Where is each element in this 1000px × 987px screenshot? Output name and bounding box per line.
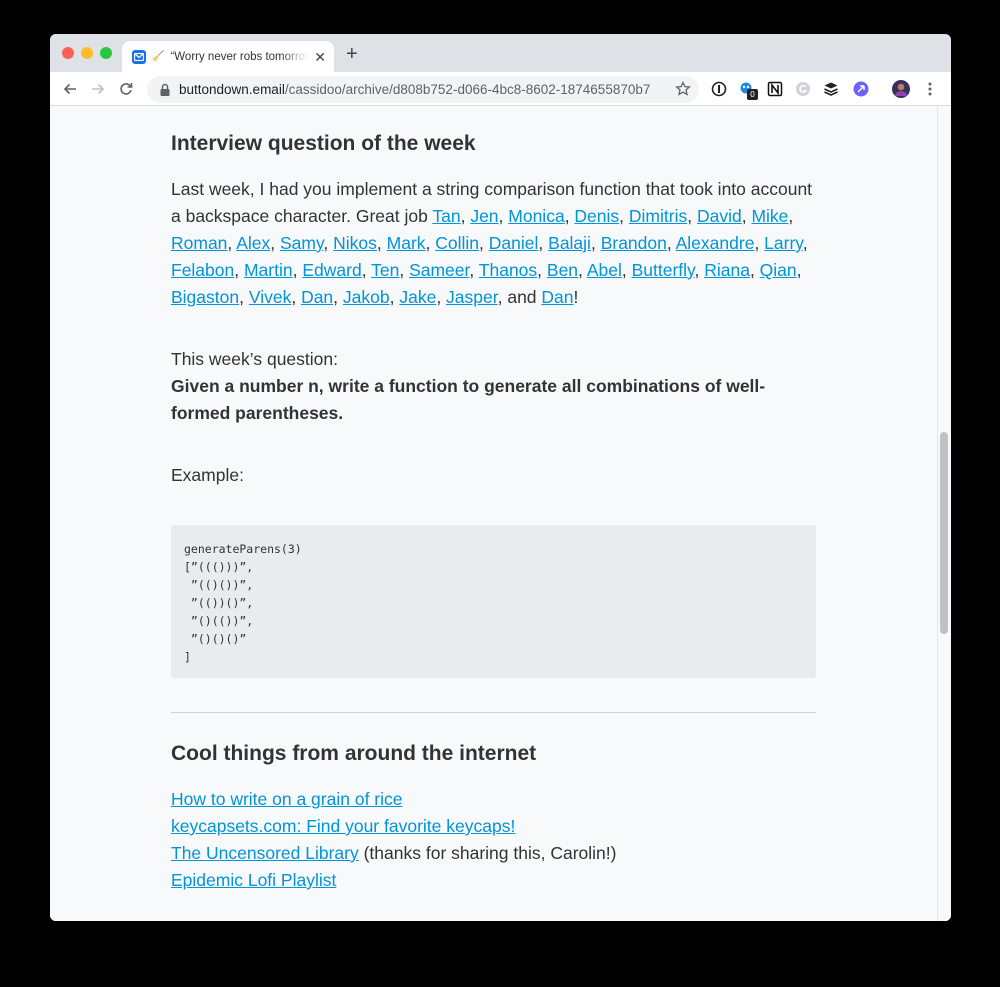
link-suffix: (thanks for sharing this, Carolin!): [358, 843, 617, 863]
name-link[interactable]: Jakob: [343, 287, 390, 307]
name-link[interactable]: Daniel: [489, 233, 539, 253]
intro-paragraph: Last week, I had you implement a string …: [171, 179, 813, 307]
name-link[interactable]: Tan: [432, 206, 460, 226]
lock-icon[interactable]: [159, 83, 171, 97]
name-link[interactable]: Sameer: [409, 260, 469, 280]
name-link[interactable]: Alexandre: [676, 233, 755, 253]
name-link[interactable]: Jen: [470, 206, 498, 226]
divider: [171, 712, 816, 713]
name-link[interactable]: Larry: [764, 233, 803, 253]
url-domain: buttondown.email: [179, 82, 285, 97]
name-link[interactable]: Balaji: [548, 233, 591, 253]
external-link[interactable]: keycapsets.com: Find your favorite keyca…: [171, 816, 515, 836]
name-link[interactable]: Mike: [751, 206, 788, 226]
link-item: The Uncensored Library (thanks for shari…: [171, 840, 816, 867]
extension-badge: 0: [747, 89, 758, 100]
name-link[interactable]: Ben: [547, 260, 578, 280]
more-menu-icon[interactable]: [921, 80, 939, 98]
interview-heading: Interview question of the week: [171, 132, 476, 155]
back-arrow-icon[interactable]: [60, 79, 80, 99]
name-link[interactable]: Dan: [301, 287, 333, 307]
name-link[interactable]: Bigaston: [171, 287, 239, 307]
scrollbar-track[interactable]: [937, 106, 951, 921]
name-link[interactable]: Edward: [302, 260, 361, 280]
name-link[interactable]: Qian: [760, 260, 797, 280]
question-text: Given a number n, write a function to ge…: [171, 376, 766, 423]
tab-title: “Worry never robs tomorrow of its sorrow…: [170, 50, 308, 63]
browser-window: 🧹 “Worry never robs tomorrow of its sorr…: [50, 34, 951, 921]
url-path: /cassidoo/archive/d808b752-d066-4bc8-860…: [284, 82, 651, 97]
name-link[interactable]: Collin: [435, 233, 479, 253]
privacy-extension-icon[interactable]: 0: [738, 80, 758, 100]
name-link[interactable]: Alex: [236, 233, 270, 253]
name-link[interactable]: Dimitris: [629, 206, 687, 226]
notion-extension-icon[interactable]: [766, 80, 784, 98]
example-label: Example:: [171, 465, 244, 485]
name-link[interactable]: Thanos: [479, 260, 537, 280]
name-link[interactable]: Vivek: [249, 287, 291, 307]
bookmark-star-icon[interactable]: [675, 80, 691, 102]
link-item: keycapsets.com: Find your favorite keyca…: [171, 813, 816, 840]
address-bar[interactable]: buttondown.email/cassidoo/archive/d808b7…: [147, 76, 699, 103]
name-link[interactable]: Ten: [371, 260, 399, 280]
scrollbar-thumb[interactable]: [940, 432, 948, 634]
extension-purple-icon[interactable]: [852, 80, 870, 98]
name-link[interactable]: Abel: [587, 260, 622, 280]
question-label: This week’s question:: [171, 349, 338, 369]
link-item: Epidemic Lofi Playlist: [171, 867, 816, 894]
name-link[interactable]: Jake: [399, 287, 436, 307]
external-link[interactable]: The Uncensored Library: [171, 843, 359, 863]
broom-emoji-icon: 🧹: [152, 51, 165, 62]
buttondown-favicon-icon: [132, 49, 146, 64]
cool-things-heading: Cool things from around the internet: [171, 742, 537, 765]
close-window-button[interactable]: [62, 47, 74, 59]
link-item: How to write on a grain of rice: [171, 786, 816, 813]
name-link-last[interactable]: Dan: [541, 287, 573, 307]
name-link[interactable]: Samy: [280, 233, 323, 253]
name-link[interactable]: Mark: [387, 233, 426, 253]
name-link[interactable]: Monica: [508, 206, 564, 226]
name-link[interactable]: Butterfly: [632, 260, 695, 280]
links-list: How to write on a grain of rice keycapset…: [171, 786, 816, 894]
code-block: generateParens(3) [”((()))”, ”(()())”, ”…: [171, 525, 816, 678]
profile-avatar[interactable]: [892, 80, 910, 98]
maximize-window-button[interactable]: [100, 47, 112, 59]
name-link[interactable]: Roman: [171, 233, 227, 253]
end-punct: !: [573, 287, 579, 307]
name-link[interactable]: Riana: [704, 260, 750, 280]
external-link[interactable]: Epidemic Lofi Playlist: [171, 870, 336, 890]
name-link[interactable]: Nikos: [333, 233, 377, 253]
name-link[interactable]: Denis: [574, 206, 619, 226]
page-viewport: Interview question of the week Last week…: [50, 106, 951, 921]
and-text: , and: [497, 287, 542, 307]
browser-toolbar: buttondown.email/cassidoo/archive/d808b7…: [50, 72, 951, 106]
name-link[interactable]: Martin: [244, 260, 293, 280]
reload-icon[interactable]: [116, 79, 136, 99]
external-link[interactable]: How to write on a grain of rice: [171, 789, 403, 809]
minimize-window-button[interactable]: [81, 47, 93, 59]
onepassword-extension-icon[interactable]: [710, 80, 728, 98]
name-link[interactable]: Brandon: [601, 233, 667, 253]
forward-arrow-icon[interactable]: [88, 79, 108, 99]
tab-active[interactable]: 🧹 “Worry never robs tomorrow of its sorr…: [122, 41, 334, 72]
name-link[interactable]: Jasper: [446, 287, 498, 307]
tab-strip: 🧹 “Worry never robs tomorrow of its sorr…: [50, 34, 951, 72]
buffer-extension-icon[interactable]: [822, 80, 840, 98]
grammarly-extension-icon[interactable]: [794, 80, 812, 98]
new-tab-plus-icon[interactable]: +: [346, 44, 358, 64]
name-link[interactable]: David: [697, 206, 742, 226]
tab-close-icon[interactable]: ✕: [314, 50, 326, 64]
url-text: buttondown.email/cassidoo/archive/d808b7…: [179, 82, 650, 97]
name-link[interactable]: Felabon: [171, 260, 234, 280]
